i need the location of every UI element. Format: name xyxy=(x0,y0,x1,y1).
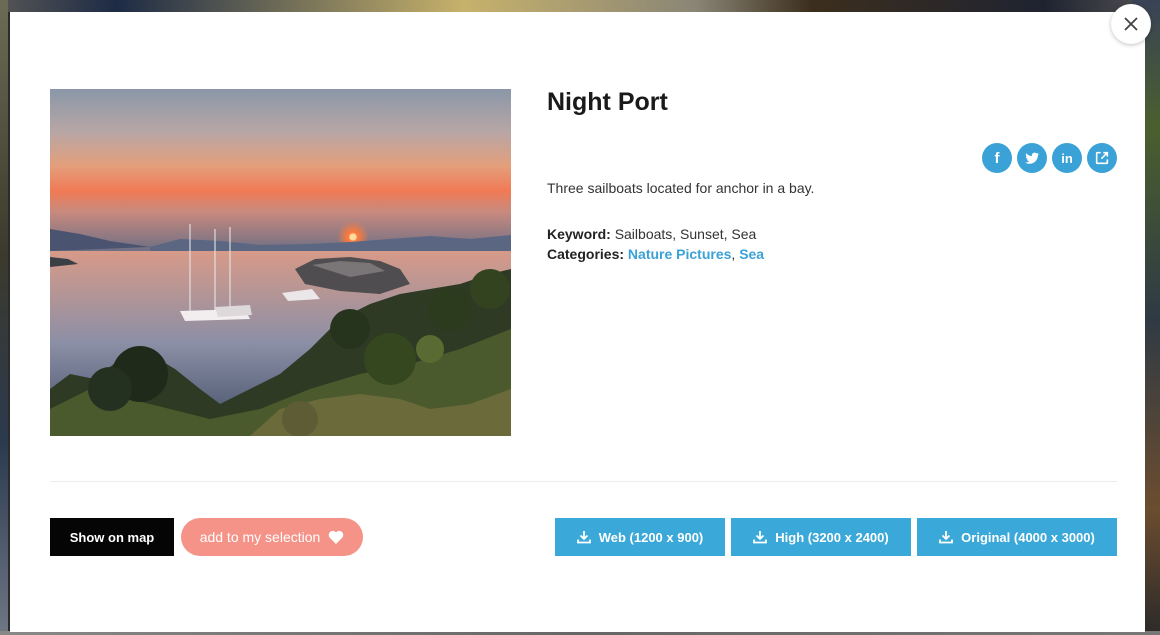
keyword-value: Sailboats, Sunset, Sea xyxy=(614,226,757,242)
add-to-selection-label: add to my selection xyxy=(199,529,321,545)
download-icon xyxy=(753,530,768,544)
background-gallery-left xyxy=(0,0,8,635)
twitter-share-button[interactable] xyxy=(1017,143,1047,173)
category-separator: , xyxy=(731,246,736,262)
facebook-icon: f xyxy=(994,149,1000,167)
external-link-icon xyxy=(1095,151,1109,165)
download-high-button[interactable]: High (3200 x 2400) xyxy=(731,518,911,556)
background-gallery-top xyxy=(0,0,1160,12)
download-web-label: Web (1200 x 900) xyxy=(598,529,704,545)
download-high-label: High (3200 x 2400) xyxy=(775,529,889,545)
add-to-selection-button[interactable]: add to my selection xyxy=(181,518,363,556)
external-link-button[interactable] xyxy=(1087,143,1117,173)
keyword-row: Keyword: Sailboats, Sunset, Sea xyxy=(547,224,764,244)
show-on-map-label: Show on map xyxy=(69,529,155,545)
categories-label: Categories: xyxy=(547,246,625,262)
close-button[interactable] xyxy=(1111,4,1151,44)
download-icon xyxy=(939,530,954,544)
download-original-button[interactable]: Original (4000 x 3000) xyxy=(917,518,1117,556)
keyword-label: Keyword: xyxy=(547,226,611,242)
download-web-button[interactable]: Web (1200 x 900) xyxy=(555,518,725,556)
photo-meta: Keyword: Sailboats, Sunset, Sea Categori… xyxy=(547,224,764,264)
close-icon xyxy=(1124,17,1138,31)
photo-title: Night Port xyxy=(547,88,668,116)
category-link-sea[interactable]: Sea xyxy=(739,246,764,262)
heart-icon xyxy=(328,530,344,544)
show-on-map-button[interactable]: Show on map xyxy=(50,518,174,556)
download-original-label: Original (4000 x 3000) xyxy=(961,529,1095,545)
photo-detail-modal: Night Port f in Three sailboats located … xyxy=(10,4,1151,632)
download-icon xyxy=(576,530,591,544)
photo-preview xyxy=(50,89,511,436)
linkedin-share-button[interactable]: in xyxy=(1052,143,1082,173)
twitter-icon xyxy=(1025,152,1040,164)
photo-description: Three sailboats located for anchor in a … xyxy=(547,180,815,196)
category-link-nature-pictures[interactable]: Nature Pictures xyxy=(628,246,731,262)
share-buttons: f in xyxy=(982,143,1117,173)
categories-row: Categories: Nature Pictures, Sea xyxy=(547,244,764,264)
facebook-share-button[interactable]: f xyxy=(982,143,1012,173)
linkedin-icon: in xyxy=(1061,150,1073,166)
section-divider xyxy=(50,481,1117,482)
